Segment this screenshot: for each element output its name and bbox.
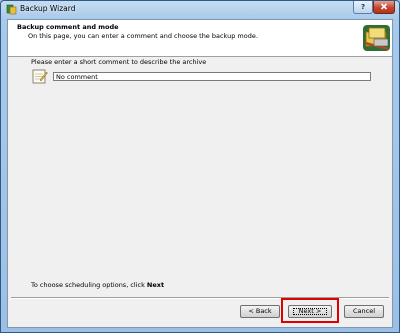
wizard-header: Backup comment and mode On this page, yo… (8, 20, 392, 57)
notepad-pencil-icon (32, 69, 48, 84)
close-icon (380, 3, 388, 10)
backup-app-icon (6, 4, 17, 15)
scheduling-hint-next: Next (146, 281, 165, 289)
help-button[interactable]: ? (353, 1, 373, 14)
scheduling-hint: To choose scheduling options, click Next (31, 281, 164, 289)
comment-prompt: Please enter a short comment to describe… (31, 58, 207, 66)
close-button[interactable] (373, 1, 395, 14)
cancel-button[interactable]: Cancel (344, 305, 384, 318)
window-title: Backup Wizard (20, 4, 76, 13)
wizard-window: Backup Wizard ? Backup comment and mode … (0, 0, 400, 333)
page-title: Backup comment and mode (17, 23, 119, 31)
back-button[interactable]: < Back (240, 305, 280, 318)
page-subtitle: On this page, you can enter a comment an… (28, 32, 258, 40)
title-bar[interactable]: Backup Wizard ? (1, 1, 399, 19)
scheduling-hint-text: To choose scheduling options, click (31, 281, 147, 289)
highlight-box (281, 298, 339, 323)
comment-input[interactable] (53, 72, 371, 81)
backup-drive-icon (363, 25, 390, 51)
wizard-content: Backup comment and mode On this page, yo… (7, 19, 393, 328)
